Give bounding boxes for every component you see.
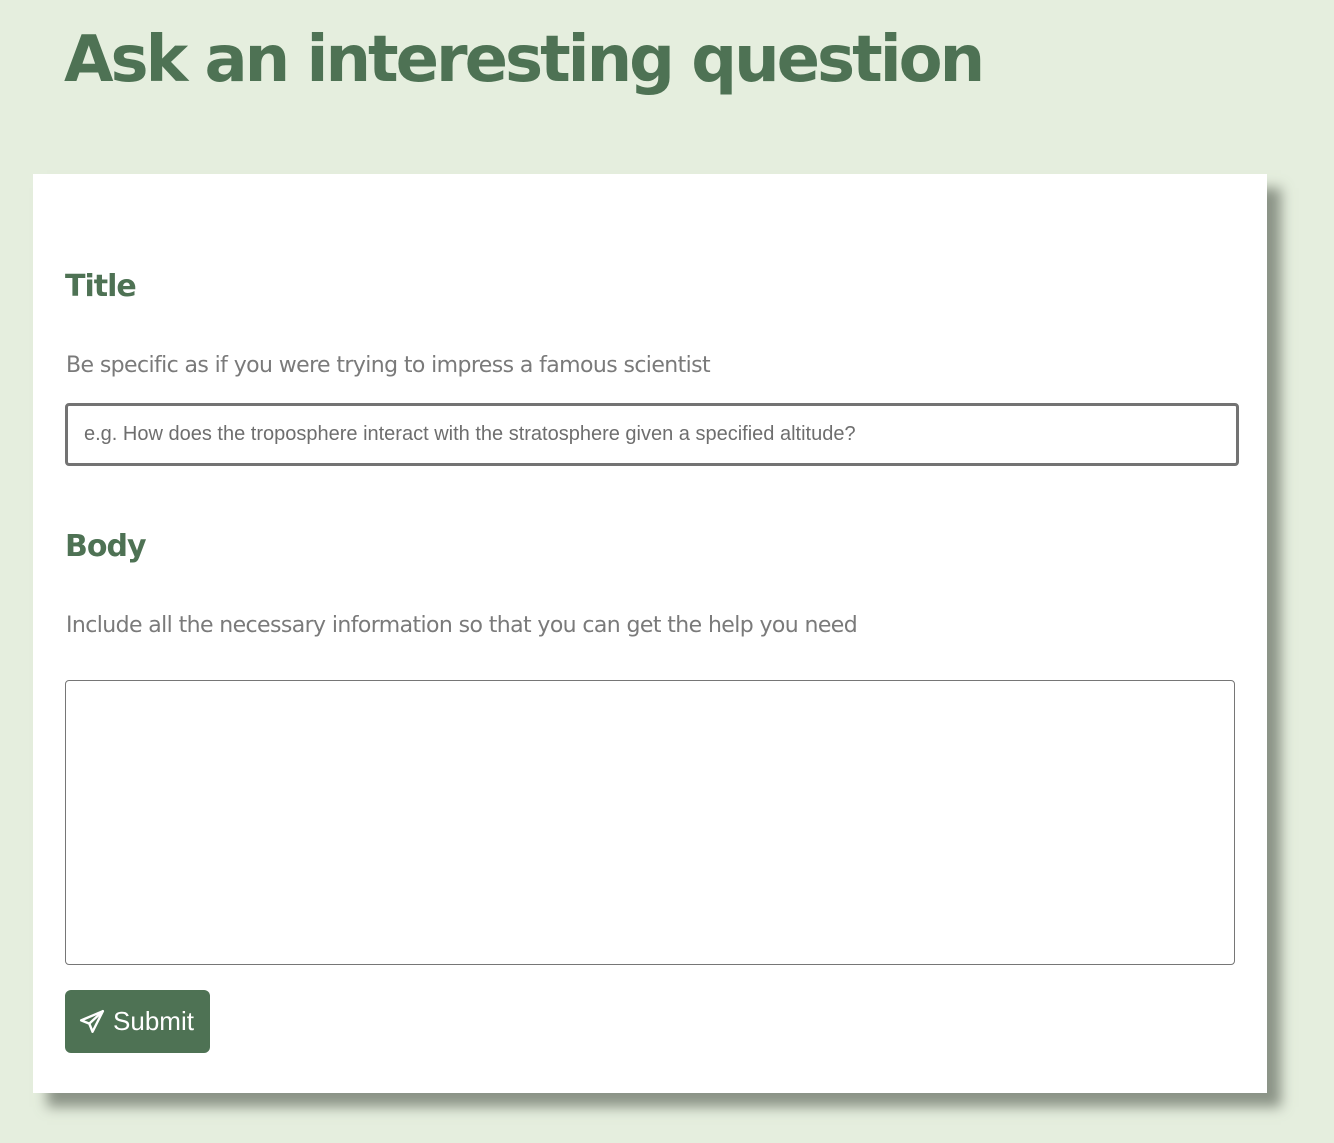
body-label: Body xyxy=(65,529,147,564)
body-hint: Include all the necessary information so… xyxy=(66,613,858,638)
title-input[interactable] xyxy=(65,403,1239,466)
title-hint: Be specific as if you were trying to imp… xyxy=(66,353,711,378)
body-textarea[interactable] xyxy=(65,680,1235,965)
question-form-card: Title Be specific as if you were trying … xyxy=(33,174,1267,1093)
paper-plane-icon xyxy=(79,1009,105,1035)
title-label: Title xyxy=(65,269,137,304)
submit-button-label: Submit xyxy=(113,1006,194,1036)
submit-button[interactable]: Submit xyxy=(65,990,210,1053)
page-title: Ask an interesting question xyxy=(64,23,985,97)
